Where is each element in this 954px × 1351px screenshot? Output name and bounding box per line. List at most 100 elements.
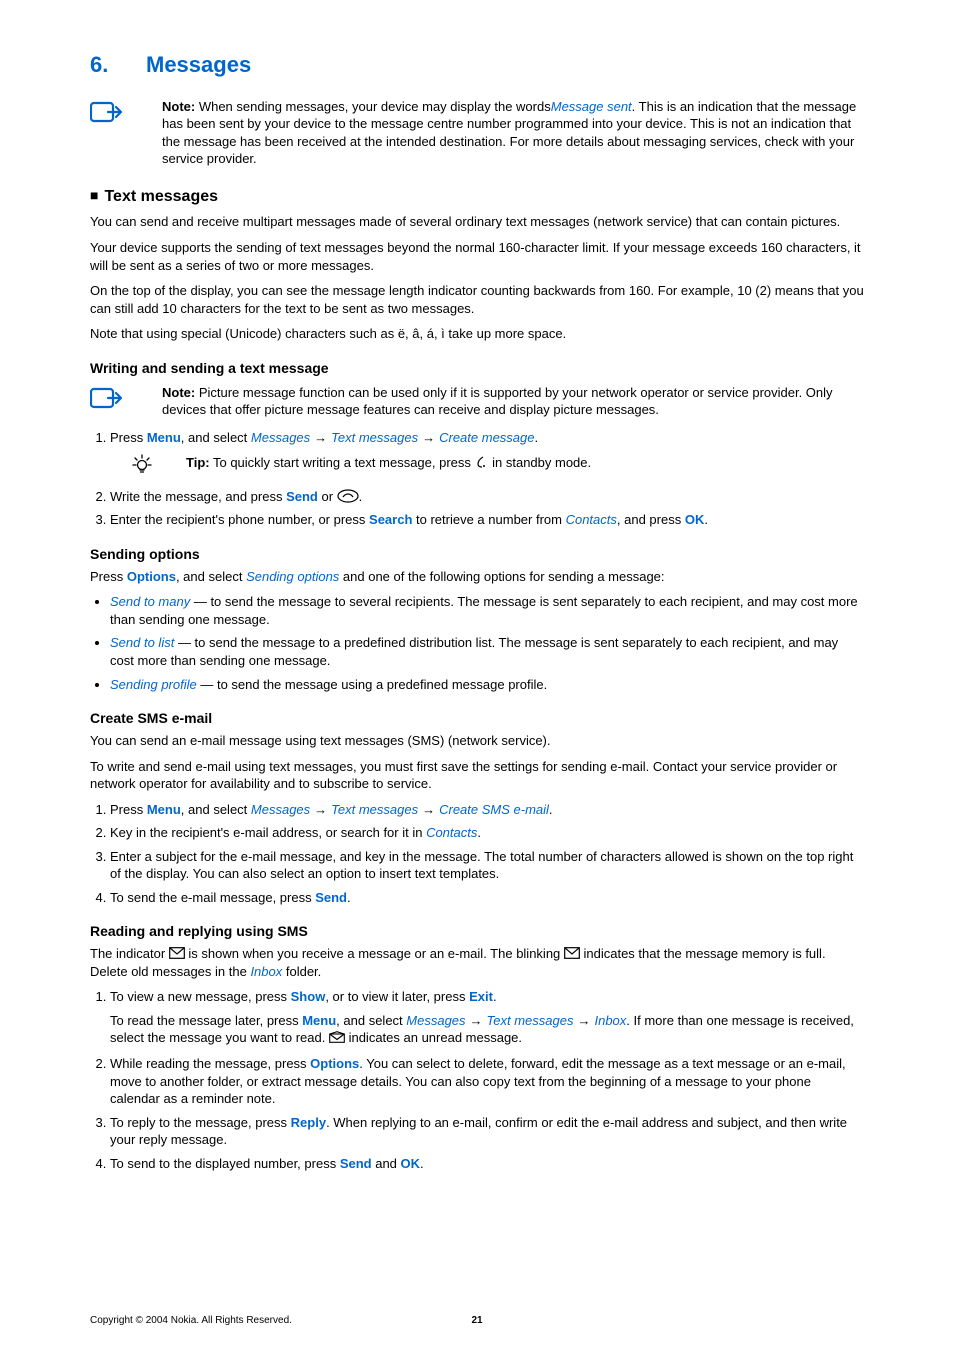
- send-to-many-term: Send to many: [110, 594, 190, 609]
- text: To quickly start writing a text message,…: [210, 455, 475, 470]
- envelope-icon: [169, 947, 185, 959]
- note-block: Note: When sending messages, your device…: [90, 98, 864, 168]
- text: and: [372, 1156, 401, 1171]
- subsection-writing: Writing and sending a text message: [90, 359, 864, 378]
- send-link: Send: [286, 489, 318, 504]
- page-number: 21: [471, 1314, 482, 1328]
- text: , and select: [336, 1013, 406, 1028]
- reading-step-3: To reply to the message, press Reply. Wh…: [110, 1114, 864, 1149]
- sending-options-intro: Press Options, and select Sending option…: [90, 568, 864, 586]
- section-title-text: Text messages: [104, 188, 218, 205]
- reading-step-4: To send to the displayed number, press S…: [110, 1155, 864, 1173]
- nav-messages: Messages: [251, 430, 310, 445]
- note-icon: [90, 384, 162, 410]
- nav-create-message: Create message: [439, 430, 534, 445]
- text: — to send the message using a predefined…: [197, 677, 548, 692]
- page-footer: Copyright © 2004 Nokia. All Rights Reser…: [90, 1314, 864, 1328]
- reading-step-2: While reading the message, press Options…: [110, 1055, 864, 1108]
- sending-profile-term: Sending profile: [110, 677, 197, 692]
- arrow-icon: →: [314, 802, 327, 817]
- arrow-icon: →: [422, 430, 435, 445]
- text: , and select: [176, 569, 246, 584]
- text: To send the e-mail message, press: [110, 890, 315, 905]
- search-link: Search: [369, 512, 412, 527]
- nav-create-sms-email: Create SMS e-mail: [439, 802, 549, 817]
- envelope-icon: [564, 947, 580, 959]
- text: and one of the following options for sen…: [339, 569, 664, 584]
- text: While reading the message, press: [110, 1056, 310, 1071]
- nav-text-messages: Text messages: [331, 430, 418, 445]
- chapter-number: 6.: [90, 50, 146, 80]
- show-link: Show: [291, 989, 326, 1004]
- nav-inbox: Inbox: [594, 1013, 626, 1028]
- text: .: [704, 512, 708, 527]
- subsection-sms-email: Create SMS e-mail: [90, 709, 864, 728]
- text: To send to the displayed number, press: [110, 1156, 340, 1171]
- tip-text: Tip: To quickly start writing a text mes…: [186, 454, 591, 472]
- writing-step-2: Write the message, and press Send or .: [110, 488, 864, 506]
- arrow-icon: →: [314, 430, 327, 445]
- note-text: Note: When sending messages, your device…: [162, 98, 864, 168]
- list-item: Sending profile — to send the message us…: [110, 676, 864, 694]
- subsection-sending-options: Sending options: [90, 545, 864, 564]
- ok-link: OK: [401, 1156, 421, 1171]
- sms-email-steps: Press Menu, and select Messages→Text mes…: [90, 801, 864, 907]
- list-item: Send to list — to send the message to a …: [110, 634, 864, 669]
- reading-steps: To view a new message, press Show, or to…: [90, 988, 864, 1172]
- section-text-messages: Text messages: [90, 186, 864, 208]
- menu-link: Menu: [147, 430, 181, 445]
- nav-text-messages: Text messages: [487, 1013, 574, 1028]
- text: — to send the message to several recipie…: [110, 594, 858, 627]
- intro-para-1: You can send and receive multipart messa…: [90, 213, 864, 231]
- options-link: Options: [310, 1056, 359, 1071]
- writing-steps: Press Menu, and select Messages→Text mes…: [90, 429, 864, 529]
- contacts-link: Contacts: [426, 825, 477, 840]
- note-block-2: Note: Picture message function can be us…: [90, 384, 864, 419]
- tip-icon: [130, 450, 186, 476]
- chapter-heading: 6.Messages: [90, 50, 864, 80]
- text: , and select: [181, 802, 251, 817]
- text: .: [420, 1156, 424, 1171]
- text: To read the message later, press: [110, 1013, 302, 1028]
- send-to-list-term: Send to list: [110, 635, 174, 650]
- text: The indicator: [90, 946, 169, 961]
- exit-link: Exit: [469, 989, 493, 1004]
- text: Key in the recipient's e-mail address, o…: [110, 825, 426, 840]
- text: .: [493, 989, 497, 1004]
- list-item: Send to many — to send the message to se…: [110, 593, 864, 628]
- reading-intro: The indicator is shown when you receive …: [90, 945, 864, 980]
- text: Enter the recipient's phone number, or p…: [110, 512, 369, 527]
- note-label: Note:: [162, 385, 195, 400]
- nav-text-messages: Text messages: [331, 802, 418, 817]
- nav-messages: Messages: [406, 1013, 465, 1028]
- intro-para-4: Note that using special (Unicode) charac…: [90, 325, 864, 343]
- writing-step-3: Enter the recipient's phone number, or p…: [110, 511, 864, 529]
- send-link: Send: [315, 890, 347, 905]
- sms-email-step-4: To send the e-mail message, press Send.: [110, 889, 864, 907]
- text: indicates an unread message.: [345, 1030, 522, 1045]
- text: Press: [110, 430, 147, 445]
- menu-link: Menu: [302, 1013, 336, 1028]
- text: Press: [110, 802, 147, 817]
- left-key-icon: [475, 455, 489, 469]
- arrow-icon: →: [577, 1013, 590, 1028]
- sms-email-step-2: Key in the recipient's e-mail address, o…: [110, 824, 864, 842]
- writing-step-1: Press Menu, and select Messages→Text mes…: [110, 429, 864, 480]
- note-body: Picture message function can be used onl…: [162, 385, 833, 418]
- text: in standby mode.: [489, 455, 592, 470]
- note-icon: [90, 98, 162, 124]
- text: Write the message, and press: [110, 489, 286, 504]
- text: To view a new message, press: [110, 989, 291, 1004]
- reply-link: Reply: [291, 1115, 326, 1130]
- send-link: Send: [340, 1156, 372, 1171]
- text: , and press: [617, 512, 685, 527]
- text: To reply to the message, press: [110, 1115, 291, 1130]
- text: or: [318, 489, 337, 504]
- message-sent-term: Message sent: [551, 99, 632, 114]
- sending-options-term: Sending options: [246, 569, 339, 584]
- intro-para-3: On the top of the display, you can see t…: [90, 282, 864, 317]
- sms-email-p1: You can send an e-mail message using tex…: [90, 732, 864, 750]
- tip-block: Tip: To quickly start writing a text mes…: [130, 450, 864, 480]
- contacts-link: Contacts: [566, 512, 617, 527]
- text: to retrieve a number from: [412, 512, 565, 527]
